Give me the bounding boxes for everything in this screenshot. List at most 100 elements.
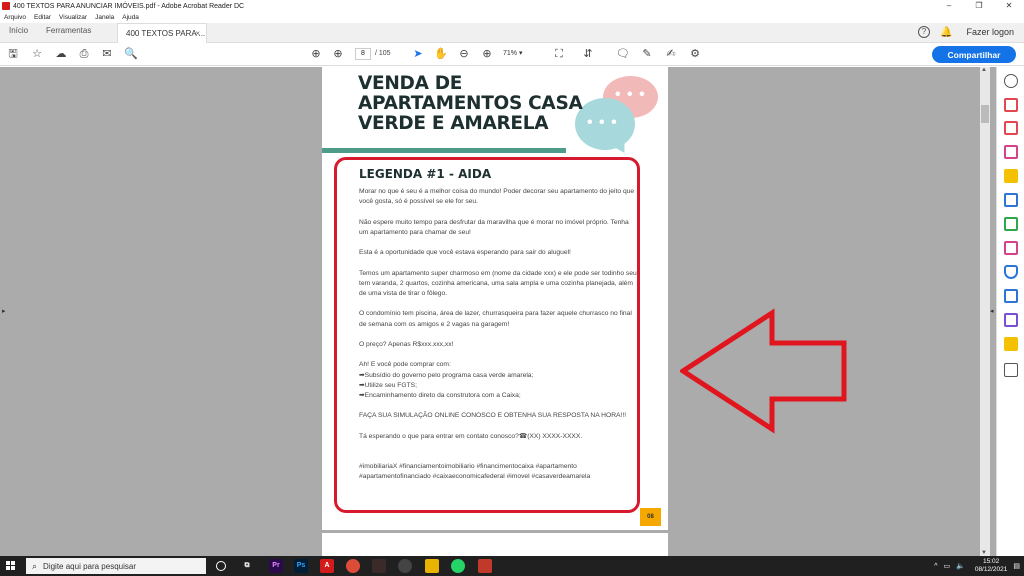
page-heading: VENDA DE APARTAMENTOS CASA VERDE E AMARE… — [358, 73, 583, 134]
clock[interactable]: 15:02 08/12/2021 — [975, 558, 1008, 574]
create-pdf-icon[interactable] — [1004, 98, 1018, 112]
highlighted-caption-box: LEGENDA #1 - AIDA Morar no que é seu é a… — [334, 157, 640, 513]
share-button[interactable]: Compartilhar — [932, 46, 1016, 63]
windows-taskbar: ⌕ Digite aqui para pesquisar ⧉ Pr Ps A ^… — [0, 556, 1024, 576]
cloud-upload-icon[interactable]: ☁ — [54, 47, 68, 61]
photoshop-icon[interactable]: Ps — [294, 559, 308, 573]
send-comments-icon[interactable] — [1004, 337, 1018, 351]
task-view-icon[interactable]: ⧉ — [240, 559, 254, 573]
tab-document[interactable]: 400 TEXTOS PARA ... × — [117, 23, 207, 43]
export-pdf-icon[interactable] — [1004, 121, 1018, 135]
menu-arquivo[interactable]: Arquivo — [4, 14, 26, 21]
share-label: Compartilhar — [947, 49, 1001, 60]
edit-pdf-icon[interactable] — [1004, 145, 1018, 159]
email-icon[interactable]: ✉ — [100, 47, 114, 61]
comment-icon[interactable]: 🗨 — [616, 47, 630, 61]
tray-chevron-icon[interactable]: ^ — [934, 563, 937, 570]
comment-tool-icon[interactable] — [1004, 169, 1018, 183]
bookmark-star-icon[interactable]: ☆ — [30, 47, 44, 61]
sign-icon[interactable]: ✍ — [664, 47, 678, 61]
close-tab-icon[interactable]: × — [195, 29, 200, 38]
login-link[interactable]: Fazer logon — [966, 27, 1014, 37]
vertical-scrollbar[interactable]: ▲ ▼ — [980, 67, 990, 556]
window-controls: – ❐ ✕ — [934, 0, 1024, 12]
highlight-pen-icon[interactable]: ✎ — [640, 47, 654, 61]
network-icon[interactable]: ▭ — [943, 562, 950, 570]
tab-bar: Início Ferramentas 400 TEXTOS PARA ... ×… — [0, 23, 1024, 43]
scrollbar-thumb[interactable] — [981, 105, 989, 123]
legend-title: LEGENDA #1 - AIDA — [359, 167, 492, 181]
toolbar: 🖫 ☆ ☁ ⎙ ✉ 🔍 ⊕ ⊕ 8 / 105 ➤ ✋ ⊖ ⊕ 71% ▾ ⛶ … — [0, 43, 1024, 66]
paragraph: Esta é a oportunidade que você estava es… — [359, 249, 571, 257]
page-number-input[interactable]: 8 — [355, 48, 371, 60]
close-window-button[interactable]: ✕ — [994, 0, 1024, 12]
zoom-tool-icon[interactable] — [1004, 74, 1018, 88]
minimize-button[interactable]: – — [934, 0, 964, 12]
window-title: 400 TEXTOS PARA ANUNCIAR IMÓVEIS.pdf - A… — [13, 2, 245, 10]
hand-tool-icon[interactable]: ✋ — [434, 47, 448, 61]
zoom-in-icon[interactable]: ⊕ — [480, 47, 494, 61]
scroll-up-icon[interactable]: ▲ — [981, 67, 987, 73]
more-tools-icon[interactable]: ⚙ — [688, 47, 702, 61]
organize-pages-icon[interactable] — [1004, 217, 1018, 231]
page-total: / 105 — [375, 50, 391, 57]
pdf-page: • • • • • • VENDA DE APARTAMENTOS CASA V… — [322, 67, 668, 530]
menu-ajuda[interactable]: Ajuda — [122, 14, 139, 21]
optimize-icon[interactable] — [1004, 289, 1018, 303]
system-tray: ^ ▭ 🔈 15:02 08/12/2021 ▤ — [934, 556, 1020, 576]
menu-bar: Arquivo Editar Visualizar Janela Ajuda — [0, 12, 1024, 23]
notifications-icon[interactable]: ▤ — [1013, 562, 1020, 570]
select-cursor-icon[interactable]: ➤ — [411, 47, 425, 61]
tab-home[interactable]: Início — [9, 26, 28, 35]
bell-icon[interactable]: 🔔 — [940, 27, 952, 38]
maximize-button[interactable]: ❐ — [964, 0, 994, 12]
cortana-icon[interactable] — [216, 561, 226, 571]
left-panel-toggle-icon[interactable]: ▸ — [2, 307, 6, 315]
acrobat-taskbar-icon[interactable]: A — [320, 559, 334, 573]
next-page-icon[interactable]: ⊕ — [331, 47, 345, 61]
premiere-icon[interactable]: Pr — [269, 559, 283, 573]
search-icon: ⌕ — [32, 560, 38, 571]
caption-text: Morar no que é seu é a melhor coisa do m… — [359, 187, 639, 493]
chrome-icon[interactable] — [346, 559, 360, 573]
menu-visualizar[interactable]: Visualizar — [59, 14, 87, 21]
menu-janela[interactable]: Janela — [95, 14, 114, 21]
paragraph: Temos um apartamento super charmoso em (… — [359, 269, 639, 297]
windows-start-icon[interactable] — [6, 561, 16, 571]
whatsapp-icon[interactable] — [451, 559, 465, 573]
zoom-out-icon[interactable]: ⊖ — [457, 47, 471, 61]
protect-icon[interactable] — [1004, 265, 1018, 279]
previous-page-icon[interactable]: ⊕ — [309, 47, 323, 61]
zoom-value: 71% — [503, 50, 518, 57]
combine-files-icon[interactable] — [1004, 193, 1018, 207]
search-icon[interactable]: 🔍 — [124, 47, 138, 61]
volume-icon[interactable]: 🔈 — [956, 562, 965, 570]
taskbar-search[interactable]: ⌕ Digite aqui para pesquisar — [26, 558, 206, 574]
app-icon[interactable] — [372, 559, 386, 573]
tab-document-label: 400 TEXTOS PARA ... — [126, 29, 206, 38]
hashtags: #imobiliariaX #financiamentoimobiliario … — [359, 462, 591, 481]
menu-editar[interactable]: Editar — [34, 14, 51, 21]
document-viewer[interactable]: ▸ • • • • • • VENDA DE APARTAMENTOS CASA… — [0, 67, 1024, 563]
fill-sign-icon[interactable] — [1004, 241, 1018, 255]
save-icon[interactable]: 🖫 — [6, 47, 20, 61]
obs-icon[interactable] — [398, 559, 412, 573]
clock-date: 08/12/2021 — [974, 566, 1008, 573]
paragraph: Não espere muito tempo para desfrutar da… — [359, 218, 629, 236]
paragraph: Morar no que é seu é a melhor coisa do m… — [359, 188, 635, 206]
tab-tools[interactable]: Ferramentas — [46, 26, 91, 35]
request-sign-icon[interactable] — [1004, 313, 1018, 327]
buy-item: ➡Encaminhamento direto da construtora co… — [359, 391, 521, 399]
red-arrow-annotation — [680, 308, 847, 434]
print-icon[interactable]: ⎙ — [77, 47, 91, 61]
scroll-mode-icon[interactable]: ⇵ — [581, 47, 595, 61]
zoom-select[interactable]: 71% ▾ — [503, 48, 539, 60]
taskbar-search-placeholder: Digite aqui para pesquisar — [43, 561, 136, 571]
file-explorer-icon[interactable] — [425, 559, 439, 573]
more-tools-panel-icon[interactable] — [1004, 363, 1018, 377]
right-panel-toggle-icon[interactable]: ◂ — [990, 307, 994, 315]
app-icon-2[interactable] — [478, 559, 492, 573]
help-icon[interactable]: ? — [918, 26, 931, 38]
window-title-bar: 400 TEXTOS PARA ANUNCIAR IMÓVEIS.pdf - A… — [0, 0, 1024, 12]
fit-page-icon[interactable]: ⛶ — [552, 47, 566, 61]
